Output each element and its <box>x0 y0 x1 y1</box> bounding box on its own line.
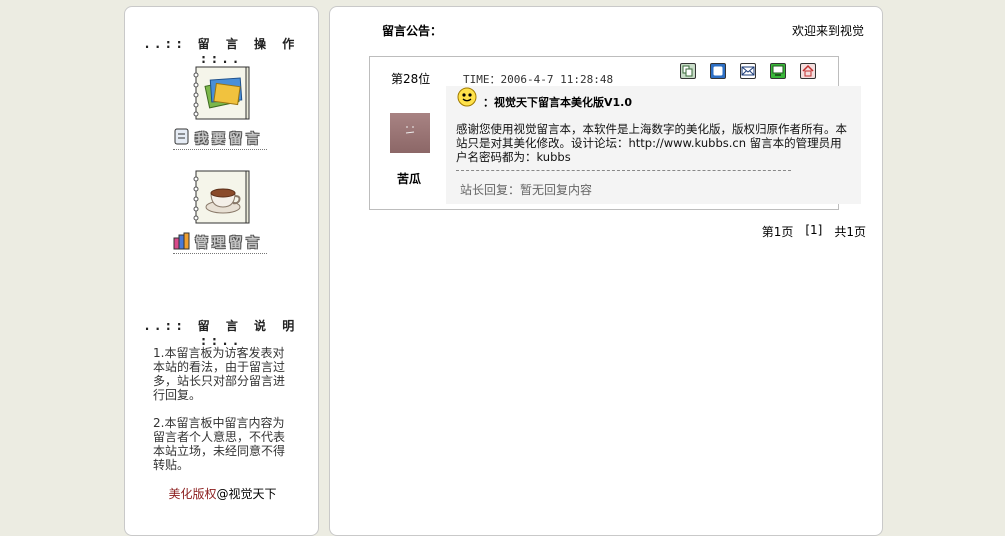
window-icon[interactable] <box>710 63 726 79</box>
write-message-book-icon[interactable] <box>193 65 251 121</box>
manage-messages-label: 管理留言 <box>195 235 264 251</box>
pagination: 第1页 [1] 共1页 <box>762 223 866 240</box>
message-card: 第28位 苦瓜 TIME：2006-4-7 11:28:48 ：视觉天下留言本美… <box>369 56 861 210</box>
notice-label: 留言公告： <box>382 24 443 38</box>
main-content: 留言公告： 欢迎来到视觉 第28位 苦瓜 TIME：2006-4-7 11:28… <box>329 6 883 536</box>
home-icon[interactable] <box>800 63 816 79</box>
copyright-brand: 美化版权 <box>168 487 217 501</box>
message-body: ：视觉天下留言本美化版V1.0 感谢您使用视觉留言本，本软件是上海数字的美化版，… <box>446 86 861 204</box>
write-message-button[interactable]: 我要留言 <box>173 127 263 147</box>
note-item: 1.本留言板为访客发表对本站的看法，由于留言过多，站长只对部分留言进行回复。 <box>153 346 286 402</box>
copy-icon[interactable] <box>680 63 696 79</box>
manage-messages-button[interactable]: 管理留言 <box>173 231 263 251</box>
welcome-marquee: 欢迎来到视觉 <box>791 24 864 38</box>
copyright: 美化版权@视觉天下 <box>125 485 320 502</box>
operations-title: ..:: 留 言 操 作 ::.. <box>144 37 301 66</box>
books-icon <box>173 232 190 250</box>
total-pages: 共1页 <box>834 225 866 239</box>
current-page: 第1页 <box>761 225 794 239</box>
divider <box>173 149 267 150</box>
message-content: 感谢您使用视觉留言本，本软件是上海数字的美化版，版权归原作者所有。本站只是对其美… <box>456 122 847 164</box>
message-username: 苦瓜 <box>396 172 421 186</box>
admin-reply: 站长回复：暂无回复内容 <box>460 183 593 197</box>
message-time: TIME：2006-4-7 11:28:48 <box>463 73 614 86</box>
manage-message-book-icon[interactable] <box>193 169 251 225</box>
smiley-icon <box>457 87 477 107</box>
mail-icon[interactable] <box>740 63 756 79</box>
avatar <box>390 113 430 153</box>
left-sidebar: ..:: 留 言 操 作 ::.. 我要留言 管理留言 ..:: 留 言 说 明… <box>124 6 319 536</box>
divider <box>173 253 267 254</box>
note-icon <box>174 128 189 145</box>
note-item: 2.本留言板中留言内容为留言者个人意思，不代表本站立场，未经同意不得转贴。 <box>153 416 286 472</box>
notes-title: ..:: 留 言 说 明 ::.. <box>144 319 301 348</box>
copyright-owner: @视觉天下 <box>216 487 277 501</box>
message-floor: 第28位 <box>391 72 431 86</box>
page-link[interactable]: [1] <box>805 223 822 240</box>
divider <box>456 170 791 171</box>
monitor-icon[interactable] <box>770 63 786 79</box>
message-title: ：视觉天下留言本美化版V1.0 <box>483 96 632 109</box>
write-message-label: 我要留言 <box>195 131 264 147</box>
